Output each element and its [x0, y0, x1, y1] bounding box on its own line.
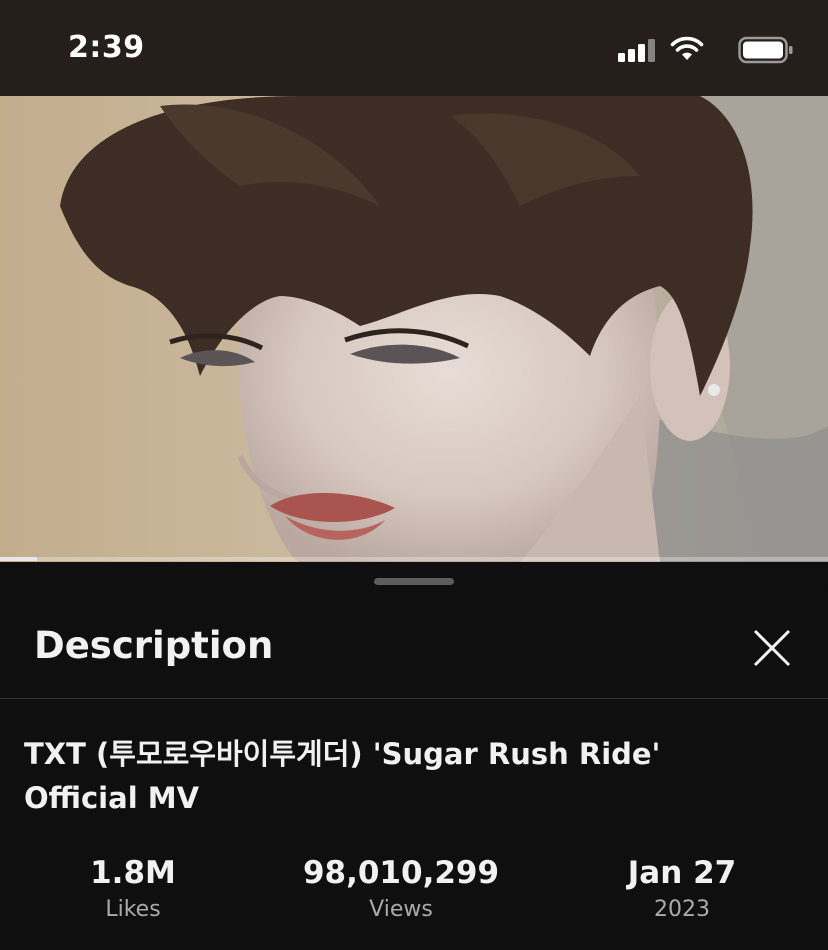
- divider: [0, 698, 828, 699]
- cellular-signal-icon: [618, 38, 655, 62]
- drag-handle[interactable]: [374, 578, 454, 585]
- views-count: 98,010,299: [302, 855, 500, 891]
- likes-label: Likes: [105, 897, 161, 922]
- video-stats: 1.8M Likes 98,010,299 Views Jan 27 2023: [0, 852, 828, 932]
- upload-date: Jan 27: [627, 855, 737, 891]
- video-title: TXT (투모로우바이투게더) 'Sugar Rush Ride' Offici…: [24, 737, 661, 815]
- views-label: Views: [369, 897, 433, 922]
- upload-date-stat: Jan 27 2023: [610, 852, 754, 926]
- status-time: 2:39: [68, 30, 145, 65]
- wifi-icon: [670, 36, 704, 60]
- video-frame-image: [0, 96, 828, 562]
- description-panel: Description TXT (투모로우바이투게더) 'Sugar Rush …: [0, 562, 828, 950]
- likes-count: 1.8M: [90, 855, 176, 891]
- video-progress-bar[interactable]: [0, 557, 828, 561]
- likes-stat: 1.8M Likes: [60, 852, 206, 926]
- close-icon: [753, 629, 791, 667]
- video-player[interactable]: [0, 96, 828, 562]
- views-stat: 98,010,299 Views: [300, 852, 502, 926]
- panel-title: Description: [34, 624, 274, 667]
- status-bar: 2:39: [0, 0, 828, 96]
- battery-icon: [738, 36, 793, 64]
- upload-year: 2023: [654, 897, 710, 922]
- video-progress-fill: [0, 557, 38, 561]
- close-button[interactable]: [746, 622, 798, 674]
